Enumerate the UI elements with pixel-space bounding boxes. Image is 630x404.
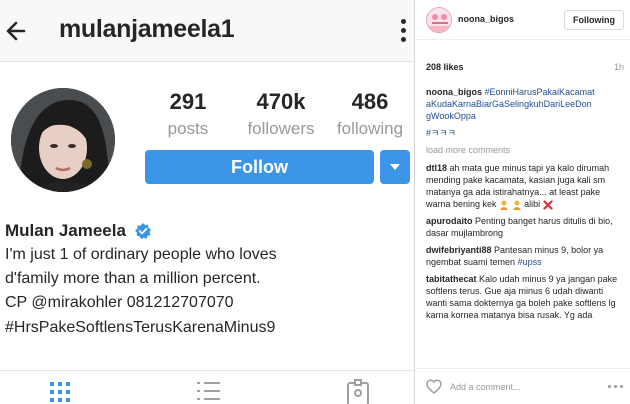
post-panel: noona_bigos Following 208 likes 1h noona… bbox=[416, 0, 630, 404]
more-options-icon[interactable] bbox=[606, 379, 624, 395]
stat-posts[interactable]: 291 posts bbox=[160, 89, 216, 140]
stat-following-label: following bbox=[336, 119, 404, 138]
post-author-username[interactable]: noona_bigos bbox=[458, 14, 514, 24]
bio-line-4[interactable]: #HrsPakeSoftlensTerusKarenaMinus9 bbox=[5, 319, 275, 337]
likes-count[interactable]: 208 likes bbox=[426, 62, 464, 72]
stat-following[interactable]: 486 following bbox=[330, 89, 410, 140]
stat-followers-value: 470k bbox=[256, 89, 306, 114]
bio-full-name: Mulan Jameela bbox=[5, 221, 126, 240]
stat-following-value: 486 bbox=[351, 89, 389, 114]
person-shrug-icon bbox=[499, 200, 509, 210]
tagged-icon[interactable] bbox=[343, 379, 373, 404]
comment-username[interactable]: dwifebriyanti88 bbox=[426, 245, 492, 255]
comment-hashtag[interactable]: #upss bbox=[518, 257, 542, 267]
comment-item: dtl18 ah mata gue minus tapi ya kalo dir… bbox=[426, 162, 626, 210]
load-more-comments-link[interactable]: load more comments bbox=[426, 145, 626, 155]
caption: noona_bigos #EonniHarusPakaiKacamat aKud… bbox=[426, 86, 626, 122]
profile-panel: mulanjameela1 291 posts 470k followers 4… bbox=[0, 0, 415, 404]
post-timestamp: 1h bbox=[614, 62, 625, 72]
bio-line-3[interactable]: CP @mirakohler 081212707070 bbox=[5, 294, 234, 312]
stat-posts-value: 291 bbox=[169, 89, 207, 114]
stat-followers[interactable]: 470k followers bbox=[238, 89, 324, 140]
bio-name-row: Mulan Jameela bbox=[5, 221, 152, 243]
profile-tab-bar bbox=[0, 370, 414, 404]
grid-icon[interactable] bbox=[46, 379, 76, 404]
comment-extra: alibi bbox=[524, 199, 541, 209]
stat-posts-label: posts bbox=[167, 119, 209, 138]
heart-icon[interactable] bbox=[426, 379, 442, 394]
comment-username[interactable]: dtl18 bbox=[426, 163, 447, 173]
person-shrug-icon bbox=[512, 200, 522, 210]
back-arrow-icon[interactable] bbox=[4, 14, 32, 48]
post-header: noona_bigos Following bbox=[416, 0, 630, 40]
suggestions-dropdown-button[interactable] bbox=[380, 150, 410, 184]
cross-mark-icon bbox=[543, 200, 553, 210]
follow-button[interactable]: Follow bbox=[145, 150, 374, 184]
profile-top-bar: mulanjameela1 bbox=[0, 0, 414, 62]
more-options-icon[interactable] bbox=[397, 16, 411, 46]
profile-username: mulanjameela1 bbox=[59, 15, 235, 43]
bio-line-2: d'family more than a million percent. bbox=[5, 270, 261, 287]
verified-badge-icon bbox=[134, 222, 152, 240]
comment-item: apurodaito Penting banget harus ditulis … bbox=[426, 215, 626, 239]
comment-item: dwifebriyanti88 Pantesan minus 9, bolor … bbox=[426, 244, 626, 268]
avatar[interactable] bbox=[11, 88, 115, 192]
caption-extra: #ㅋㅋㅋ bbox=[426, 127, 626, 139]
comments-list: noona_bigos #EonniHarusPakaiKacamat aKud… bbox=[426, 86, 626, 326]
list-icon[interactable] bbox=[194, 379, 224, 404]
caret-down-icon bbox=[390, 164, 400, 170]
comment-item: tabitathecat Kalo udah minus 9 ya jangan… bbox=[426, 273, 626, 321]
post-author-avatar[interactable] bbox=[426, 7, 452, 33]
caption-username[interactable]: noona_bigos bbox=[426, 87, 482, 97]
bio-line-1: I'm just 1 of ordinary people who loves bbox=[5, 246, 277, 263]
stat-followers-label: followers bbox=[247, 119, 315, 138]
comment-username[interactable]: apurodaito bbox=[426, 216, 473, 226]
caption-hashtag-2[interactable]: #ㅋㅋㅋ bbox=[426, 128, 456, 138]
following-button[interactable]: Following bbox=[564, 10, 624, 30]
comment-username[interactable]: tabitathecat bbox=[426, 274, 477, 284]
add-comment-input[interactable] bbox=[450, 379, 600, 395]
comment-bar bbox=[416, 368, 630, 404]
